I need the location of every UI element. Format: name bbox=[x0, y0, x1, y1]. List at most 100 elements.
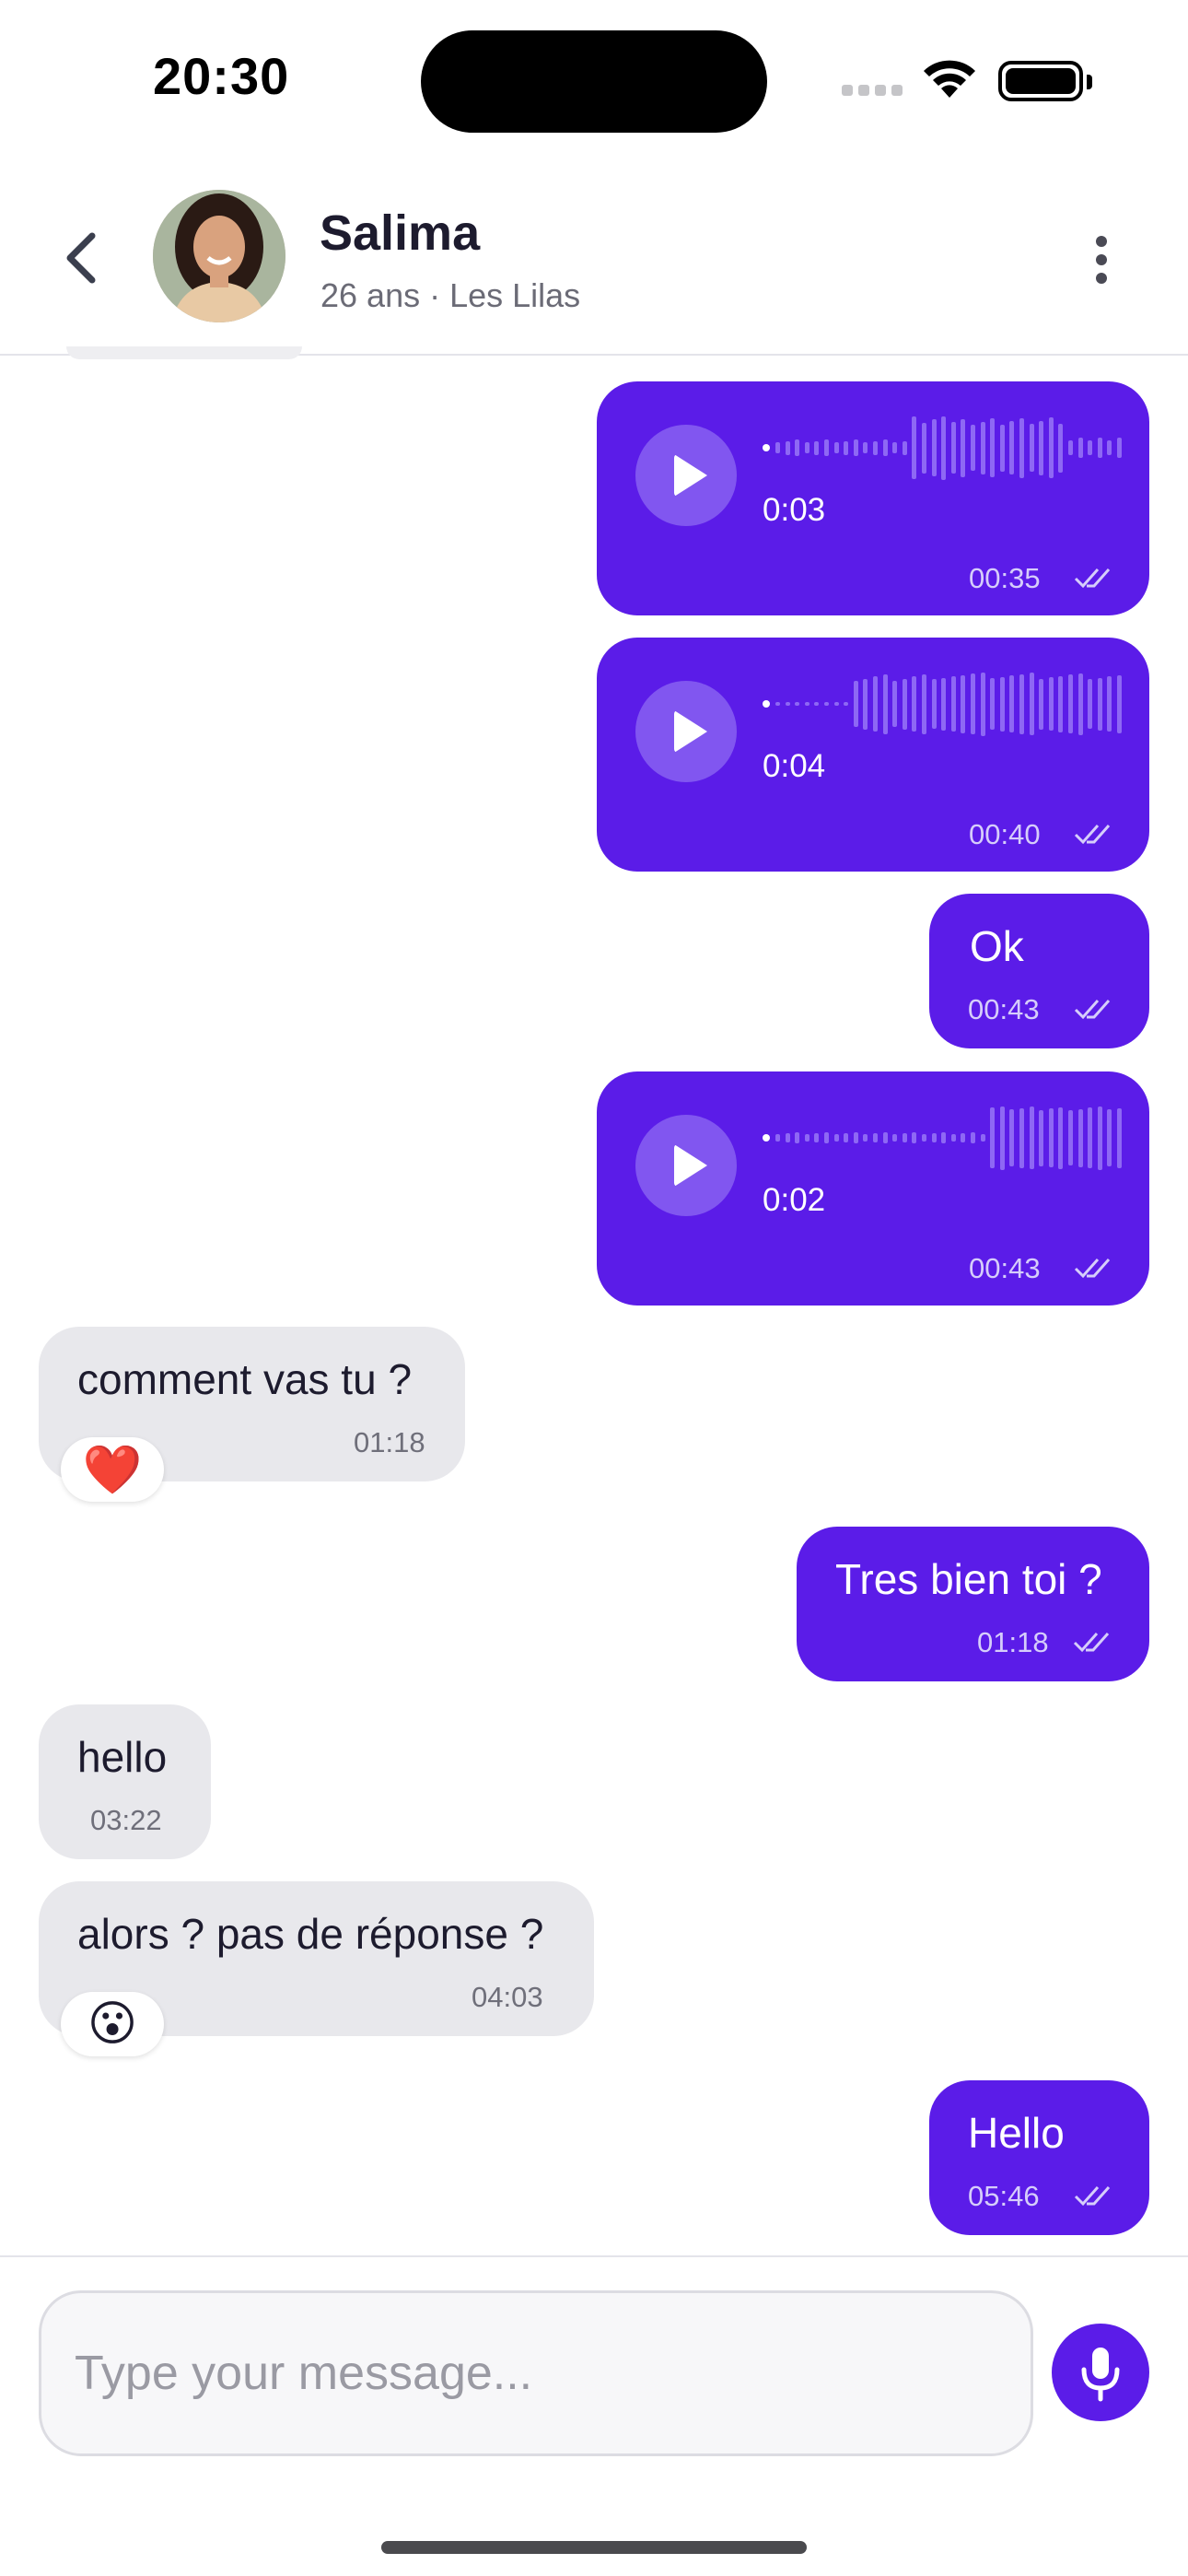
surprised-face-reaction[interactable]: 😮 bbox=[61, 1992, 164, 2056]
message-time: 05:46 bbox=[968, 2180, 1040, 2212]
waveform-bar bbox=[999, 1106, 1005, 1170]
waveform-bar bbox=[1077, 673, 1083, 735]
waveform-bar bbox=[882, 1132, 888, 1143]
waveform-bar bbox=[990, 418, 996, 477]
composer-bar bbox=[0, 2255, 1188, 2576]
waveform-bar bbox=[853, 1132, 858, 1143]
message-time: 04:03 bbox=[472, 1981, 543, 2013]
home-indicator bbox=[381, 2541, 807, 2554]
wifi-icon bbox=[924, 60, 975, 98]
incoming-text-message[interactable]: hello 03:22 bbox=[39, 1704, 211, 1859]
message-text: Hello bbox=[968, 2109, 1065, 2157]
playhead-dot[interactable] bbox=[763, 700, 770, 708]
waveform-bar bbox=[775, 1134, 780, 1142]
waveform-bar bbox=[902, 440, 907, 455]
waveform-bar bbox=[863, 678, 868, 730]
waveform-bar bbox=[795, 1132, 800, 1143]
waveform-bar bbox=[1029, 424, 1034, 472]
waveform-bar bbox=[922, 1134, 926, 1142]
play-icon[interactable] bbox=[635, 425, 737, 526]
waveform-bar bbox=[912, 676, 917, 732]
waveform-bar bbox=[853, 439, 858, 456]
waveform-bar bbox=[1058, 423, 1064, 473]
waveform-bar bbox=[912, 416, 917, 479]
waveform-bar bbox=[785, 702, 790, 706]
waveform-bar bbox=[863, 442, 868, 453]
message-text: comment vas tu ? bbox=[77, 1355, 413, 1403]
waveform-bar bbox=[775, 702, 780, 706]
voice-message[interactable]: 0:03 00:35 bbox=[597, 381, 1149, 615]
message-time: 00:35 bbox=[969, 562, 1041, 594]
voice-message[interactable]: 0:02 00:43 bbox=[597, 1071, 1149, 1306]
waveform-bar bbox=[844, 1133, 849, 1142]
message-time: 01:18 bbox=[977, 1626, 1049, 1658]
waveform-bar bbox=[950, 1134, 956, 1142]
waveform-bar bbox=[1019, 1107, 1024, 1168]
waveform-bar bbox=[1117, 1107, 1122, 1168]
waveform-bar bbox=[902, 1133, 907, 1142]
waveform-bar bbox=[863, 1134, 868, 1142]
waveform-bar bbox=[1058, 675, 1064, 732]
waveform-bar bbox=[833, 1134, 839, 1142]
waveform-bar bbox=[1107, 440, 1112, 455]
waveform-bar bbox=[833, 442, 839, 453]
message-input[interactable] bbox=[39, 2290, 1033, 2456]
outgoing-text-message[interactable]: Tres bien toi ? 01:18 bbox=[797, 1527, 1149, 1681]
waveform-bar bbox=[1107, 1109, 1112, 1166]
playhead-dot[interactable] bbox=[763, 444, 770, 451]
more-options-icon[interactable] bbox=[1087, 232, 1116, 287]
waveform-bar bbox=[844, 440, 849, 455]
waveform-bar bbox=[1107, 676, 1112, 732]
waveform-bar bbox=[912, 1132, 917, 1143]
heart-reaction[interactable]: ❤️ bbox=[61, 1437, 164, 1502]
waveform-bar bbox=[990, 1107, 996, 1168]
waveform-bar bbox=[882, 673, 888, 734]
waveform-bar bbox=[804, 702, 809, 706]
play-icon[interactable] bbox=[635, 681, 737, 782]
double-check-icon bbox=[1073, 1633, 1110, 1653]
avatar[interactable] bbox=[153, 190, 285, 322]
waveform-bar bbox=[1097, 1106, 1102, 1170]
waveform-bar bbox=[1019, 673, 1024, 734]
waveform-bar bbox=[1048, 417, 1054, 478]
waveform-bar bbox=[931, 419, 937, 476]
status-bar: 20:30 bbox=[0, 0, 1188, 157]
outgoing-text-message[interactable]: Hello 05:46 bbox=[929, 2080, 1149, 2235]
waveform-bar bbox=[902, 678, 907, 730]
waveform-bar bbox=[990, 678, 996, 730]
waveform-bar bbox=[833, 702, 839, 706]
waveform-bar bbox=[775, 442, 780, 453]
waveform-bar bbox=[1077, 1108, 1083, 1167]
waveform-bar bbox=[1097, 677, 1102, 731]
waveform-bar bbox=[1039, 1109, 1044, 1166]
waveform bbox=[763, 667, 1122, 741]
waveform-bar bbox=[1088, 440, 1093, 455]
waveform-bar bbox=[1048, 677, 1054, 731]
waveform-bar bbox=[814, 702, 820, 706]
waveform-bar bbox=[1058, 1107, 1064, 1169]
voice-message[interactable]: 0:04 00:40 bbox=[597, 638, 1149, 872]
contact-name[interactable]: Salima bbox=[320, 205, 480, 262]
play-icon[interactable] bbox=[635, 1115, 737, 1216]
waveform-bar bbox=[1097, 438, 1102, 458]
waveform-bar bbox=[999, 676, 1005, 732]
waveform-bar bbox=[1117, 674, 1122, 733]
waveform-bar bbox=[824, 439, 829, 456]
waveform-bar bbox=[971, 1132, 975, 1143]
waveform-bar bbox=[1048, 1108, 1054, 1167]
double-check-icon bbox=[1074, 1259, 1111, 1279]
playhead-dot[interactable] bbox=[763, 1134, 770, 1142]
outgoing-text-message[interactable]: Ok 00:43 bbox=[929, 894, 1149, 1048]
waveform-bar bbox=[980, 421, 985, 474]
waveform-bar bbox=[950, 676, 956, 732]
dynamic-island bbox=[421, 30, 767, 133]
waveform-bar bbox=[1029, 1107, 1034, 1169]
microphone-button[interactable] bbox=[1052, 2324, 1149, 2421]
double-check-icon bbox=[1074, 568, 1111, 589]
waveform-bar bbox=[844, 702, 849, 706]
waveform-bar bbox=[853, 681, 858, 727]
waveform-bar bbox=[1068, 674, 1073, 733]
waveform-bar bbox=[1009, 1109, 1015, 1166]
back-chevron-icon[interactable] bbox=[57, 228, 109, 287]
cellular-signal-icon bbox=[842, 85, 904, 98]
